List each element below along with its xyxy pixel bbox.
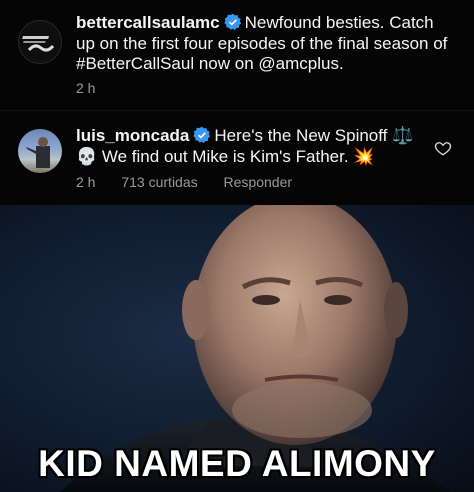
meme-image: KID NAMED ALIMONY <box>0 205 474 492</box>
reply-meta: 2 h 713 curtidas Responder <box>76 174 314 190</box>
post-time: 2 h <box>76 80 96 96</box>
user-avatar-icon <box>26 137 50 168</box>
post-meta: 2 h <box>76 80 95 96</box>
better-call-saul-logo-icon <box>22 36 55 52</box>
divider <box>0 110 474 111</box>
post-caption: bettercallsaulamc Newfound besties. Catch… <box>76 13 456 75</box>
better-call-saul-logo-avatar[interactable] <box>18 20 62 64</box>
verified-badge-icon <box>223 13 241 31</box>
reply-username[interactable]: luis_moncada <box>76 126 189 145</box>
reply-comment: luis_moncada Here's the New Spinoff ⚖️💀 W… <box>76 126 416 167</box>
user-avatar[interactable] <box>18 129 62 173</box>
comments-panel: bettercallsaulamc Newfound besties. Catch… <box>0 0 474 205</box>
reply-time: 2 h <box>76 174 96 190</box>
reply-likes[interactable]: 713 curtidas <box>121 174 197 190</box>
reply-button[interactable]: Responder <box>224 174 293 190</box>
verified-badge-icon <box>193 126 211 144</box>
meme-caption: KID NAMED ALIMONY <box>38 443 436 484</box>
heart-icon[interactable] <box>434 139 452 157</box>
post-username[interactable]: bettercallsaulamc <box>76 13 220 32</box>
